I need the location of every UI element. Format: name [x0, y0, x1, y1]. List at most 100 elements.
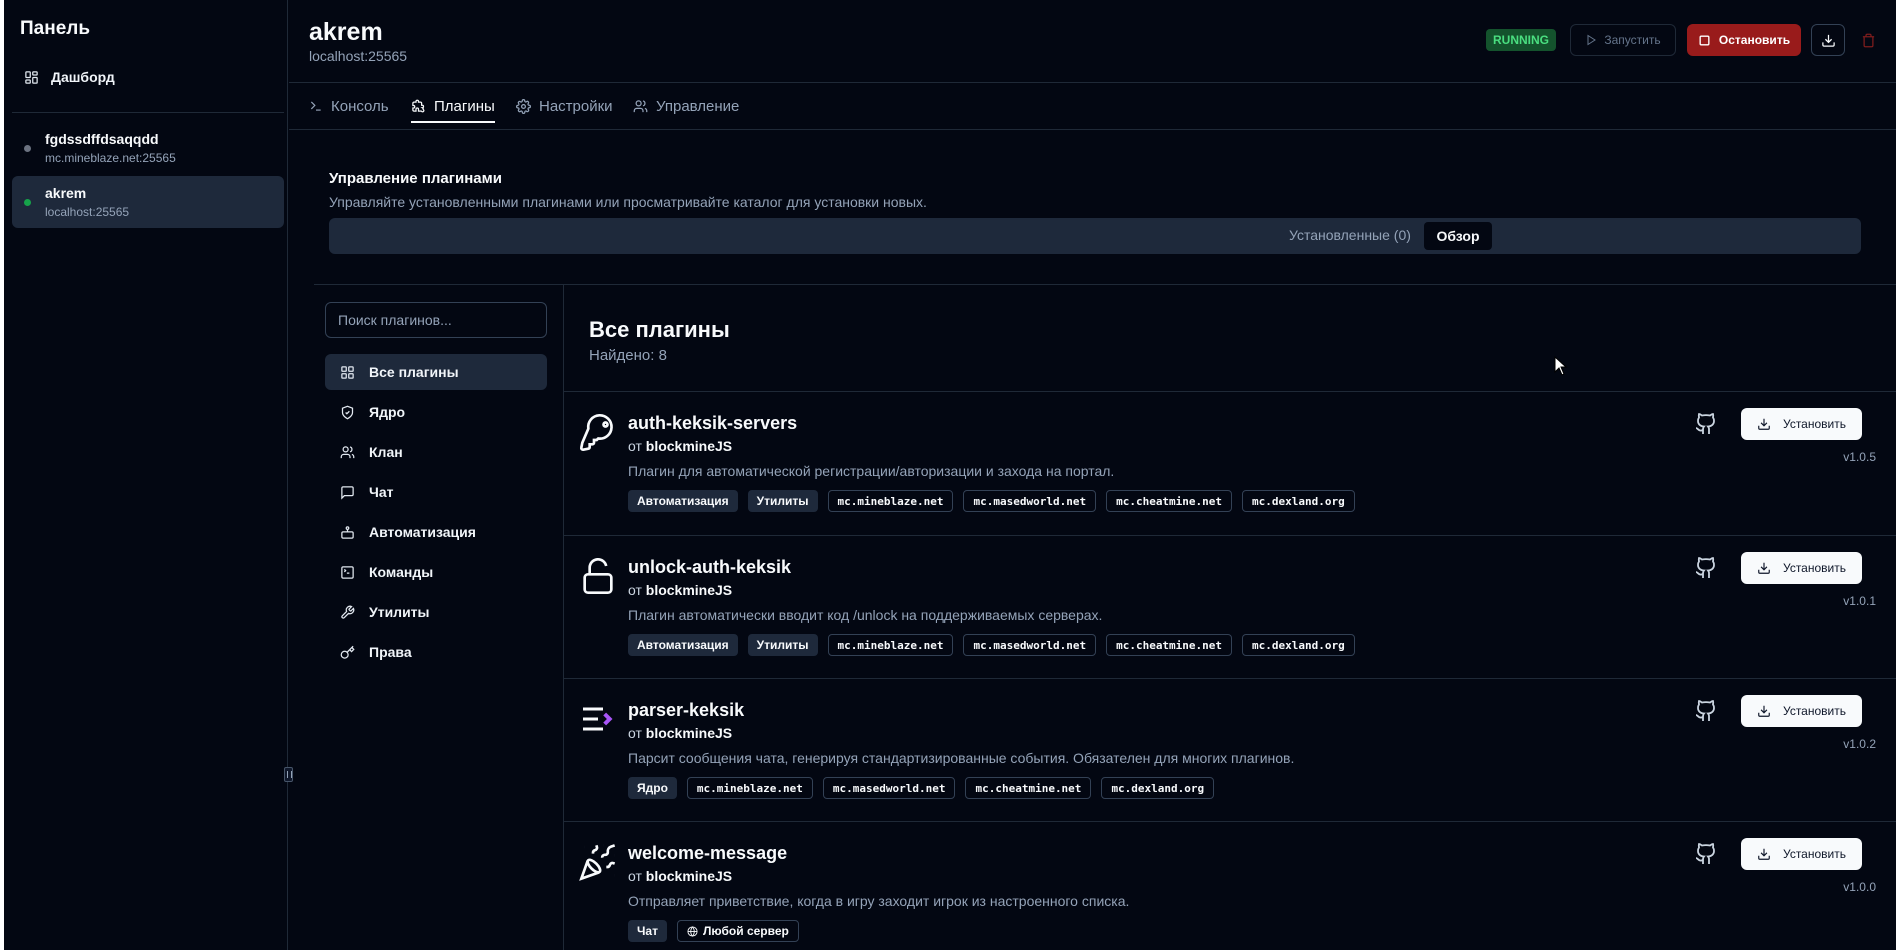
- category-core[interactable]: Ядро: [325, 394, 547, 430]
- category-chat[interactable]: Чат: [325, 474, 547, 510]
- plugin-author: от blockmineJS: [628, 582, 732, 598]
- party-popper-icon: [579, 844, 616, 881]
- tab-settings[interactable]: Настройки: [516, 83, 613, 129]
- tab-installed[interactable]: Установленные (0): [1289, 227, 1411, 245]
- plugin-card: auth-keksik-servers от blockmineJS Плаги…: [564, 392, 1896, 535]
- tab-management[interactable]: Управление: [633, 83, 739, 129]
- category-commands[interactable]: Команды: [325, 554, 547, 590]
- plugin-description: Отправляет приветствие, когда в игру зах…: [628, 893, 1130, 909]
- tab-label: Настройки: [539, 97, 613, 115]
- tab-console[interactable]: Консоль: [309, 83, 389, 129]
- puzzle-icon: [412, 99, 425, 112]
- delete-button[interactable]: [1851, 24, 1885, 56]
- install-button[interactable]: Установить: [1741, 838, 1862, 870]
- category-label: Чат: [369, 484, 394, 500]
- install-label: Установить: [1783, 417, 1846, 431]
- by-prefix: от: [628, 438, 642, 454]
- plugin-name: auth-keksik-servers: [628, 413, 798, 433]
- trash-icon: [1862, 33, 1874, 47]
- author-name: blockmineJS: [645, 438, 733, 454]
- play-icon: [1587, 34, 1597, 46]
- server-tag: mc.mineblaze.net: [827, 490, 954, 512]
- github-icon[interactable]: [1694, 842, 1718, 866]
- server-tag: mc.dexland.org: [1242, 490, 1355, 512]
- tab-label: Управление: [656, 97, 740, 115]
- tag-label: Любой сервер: [702, 924, 789, 938]
- start-button[interactable]: Запустить: [1570, 24, 1676, 56]
- server-host: mc.mineblaze.net:25565: [45, 151, 176, 165]
- server-name: fgdssdffdsaqqdd: [45, 131, 159, 147]
- category-label: Все плагины: [369, 364, 459, 380]
- tab-plugins[interactable]: Плагины: [411, 83, 495, 129]
- gear-icon: [516, 98, 531, 114]
- download-icon: [1821, 34, 1835, 47]
- server-tag: mc.masedworld.net: [963, 490, 1097, 512]
- plugin-version: v1.0.0: [1843, 880, 1876, 894]
- github-icon[interactable]: [1694, 412, 1718, 436]
- category-all[interactable]: Все плагины: [325, 354, 547, 390]
- plugin-tags: Автоматизация Утилиты mc.mineblaze.net m…: [628, 634, 1355, 656]
- install-button[interactable]: Установить: [1741, 695, 1862, 727]
- status-dot: [24, 145, 31, 152]
- stop-label: Остановить: [1718, 33, 1791, 47]
- main-content: akrem localhost:25565 RUNNING Запустить …: [289, 0, 1896, 950]
- server-tag: mc.cheatmine.net: [965, 777, 1092, 799]
- category-utilities[interactable]: Утилиты: [325, 594, 547, 630]
- sidebar-divider: [12, 112, 284, 113]
- by-prefix: от: [628, 725, 642, 741]
- wrench-icon: [341, 605, 355, 619]
- section-title: Управление плагинами: [329, 170, 502, 187]
- server-host: localhost:25565: [309, 48, 408, 64]
- status-badge: RUNNING: [1486, 29, 1556, 51]
- grid-icon: [341, 365, 354, 379]
- plugin-name: unlock-auth-keksik: [628, 557, 792, 577]
- plugin-version: v1.0.1: [1843, 594, 1876, 608]
- stop-button[interactable]: Остановить: [1687, 24, 1801, 56]
- server-item-akrem[interactable]: akrem localhost:25565: [12, 176, 284, 228]
- by-prefix: от: [628, 582, 642, 598]
- category-label: Ядро: [369, 404, 406, 420]
- server-item-fgdssdffdsaqqdd[interactable]: fgdssdffdsaqqdd mc.mineblaze.net:25565: [12, 122, 284, 174]
- start-label: Запустить: [1604, 33, 1661, 47]
- install-button[interactable]: Установить: [1741, 408, 1862, 440]
- plugin-tags: Ядро mc.mineblaze.net mc.masedworld.net …: [628, 777, 1215, 799]
- category-label: Автоматизация: [369, 524, 476, 540]
- server-tag: mc.mineblaze.net: [686, 777, 813, 799]
- list-title: Все плагины: [589, 317, 730, 342]
- plugin-card: parser-keksik от blockmineJS Парсит сооб…: [564, 679, 1896, 822]
- author-name: blockmineJS: [645, 868, 733, 884]
- plugin-description: Парсит сообщения чата, генерируя стандар…: [628, 750, 1295, 766]
- server-host: localhost:25565: [45, 205, 130, 219]
- plugin-author: от blockmineJS: [628, 438, 732, 454]
- layout-grid-icon: [25, 70, 38, 84]
- category-clan[interactable]: Клан: [325, 434, 547, 470]
- section-subtitle: Управляйте установленными плагинами или …: [329, 194, 927, 210]
- author-name: blockmineJS: [645, 582, 733, 598]
- search-input[interactable]: [325, 302, 547, 338]
- install-button[interactable]: Установить: [1741, 552, 1862, 584]
- plugin-card: unlock-auth-keksik от blockmineJS Плагин…: [564, 536, 1896, 679]
- github-icon[interactable]: [1694, 699, 1718, 723]
- tab-bar: Консоль Плагины Настройки Управление: [289, 82, 1896, 130]
- install-label: Установить: [1783, 847, 1846, 861]
- category-permissions[interactable]: Права: [325, 634, 547, 670]
- sidebar-item-dashboard[interactable]: Дашборд: [16, 62, 115, 92]
- tag: Утилиты: [747, 490, 818, 512]
- download-icon: [1758, 562, 1770, 574]
- tag: Чат: [628, 920, 667, 942]
- download-button[interactable]: [1811, 24, 1845, 56]
- lock-open-icon: [583, 558, 613, 594]
- server-tag: mc.cheatmine.net: [1106, 634, 1233, 656]
- plugin-author: от blockmineJS: [628, 725, 732, 741]
- plugin-name: parser-keksik: [628, 700, 745, 720]
- tab-overview[interactable]: Обзор: [1424, 222, 1492, 250]
- tag: Автоматизация: [628, 634, 738, 656]
- page-title: akrem: [309, 18, 383, 46]
- github-icon[interactable]: [1694, 556, 1718, 580]
- install-label: Установить: [1783, 561, 1846, 575]
- shield-icon: [341, 405, 354, 419]
- plugin-version: v1.0.5: [1843, 450, 1876, 464]
- category-automation[interactable]: Автоматизация: [325, 514, 547, 550]
- tag: Утилиты: [747, 634, 818, 656]
- tab-label: Плагины: [434, 97, 495, 115]
